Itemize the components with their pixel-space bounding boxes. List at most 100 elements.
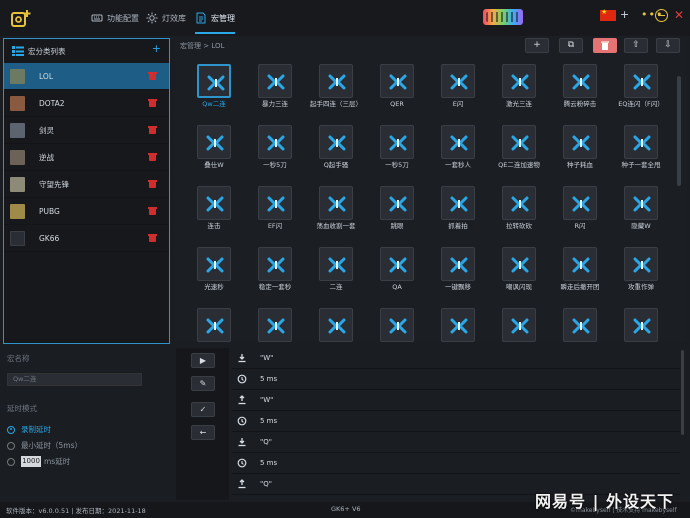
- add-device-button[interactable]: +: [620, 8, 629, 21]
- macro-tile[interactable]: 一套秒人: [429, 125, 489, 187]
- macro-icon: [206, 135, 224, 151]
- macro-tile[interactable]: Q起手骚: [307, 125, 367, 187]
- close-icon[interactable]: ✕: [672, 8, 686, 22]
- category-item-gk66[interactable]: GK66: [4, 225, 169, 252]
- custom-ms-input[interactable]: 1000: [21, 456, 41, 467]
- category-item-overwatch[interactable]: 守望先锋: [4, 171, 169, 198]
- tab-function-config[interactable]: 功能配置: [91, 10, 139, 26]
- event-value: "Q": [260, 438, 272, 446]
- category-thumbnail: [10, 149, 25, 165]
- category-thumbnail: [10, 230, 25, 246]
- macro-tile[interactable]: Qw二连: [185, 64, 245, 126]
- delete-macro-button[interactable]: [593, 38, 617, 53]
- macro-tile[interactable]: 嘲讽闪现: [490, 247, 550, 309]
- trash-icon[interactable]: [148, 72, 157, 80]
- back-button[interactable]: ←: [191, 425, 215, 440]
- macro-label: 种子耗血: [567, 161, 593, 169]
- new-macro-button[interactable]: +: [525, 38, 549, 53]
- macro-tile[interactable]: 跳眼: [368, 186, 428, 248]
- category-item-dota2[interactable]: DOTA2: [4, 90, 169, 117]
- event-row[interactable]: 5 ms: [232, 369, 680, 390]
- export-macro-button[interactable]: ⇩: [656, 38, 680, 53]
- import-macro-button[interactable]: ⇧: [624, 38, 648, 53]
- tab-label: 宏管理: [211, 13, 235, 23]
- keyboard-preview-image: [483, 9, 523, 25]
- event-row[interactable]: 5 ms: [232, 411, 680, 432]
- macro-tile[interactable]: 腾云粉碎击: [551, 64, 611, 126]
- event-row[interactable]: "Q": [232, 432, 680, 453]
- event-row[interactable]: 5 ms: [232, 453, 680, 474]
- document-icon: [196, 12, 206, 24]
- tab-light-library[interactable]: 灯效库: [146, 10, 186, 26]
- macro-tile[interactable]: QE二连加速物: [490, 125, 550, 187]
- macro-tile[interactable]: 激光三连: [490, 64, 550, 126]
- macro-tile[interactable]: 起手四连（三层）: [307, 64, 367, 126]
- category-item-jianling[interactable]: 剑灵: [4, 117, 169, 144]
- category-item-lol[interactable]: LOL: [4, 63, 169, 90]
- event-row[interactable]: "W": [232, 390, 680, 411]
- macro-tile[interactable]: 种子耗血: [551, 125, 611, 187]
- macro-label: 激光三连: [506, 100, 532, 108]
- macro-action-column: ▶ ✎ ✓ ←: [176, 348, 229, 500]
- radio-custom-delay[interactable]: 1000 ms延时: [7, 456, 70, 467]
- category-label: PUBG: [39, 206, 60, 216]
- radio-min-delay[interactable]: 最小延时（5ms）: [7, 440, 82, 451]
- macro-tile[interactable]: R闪: [551, 186, 611, 248]
- macro-tile[interactable]: 瞬走后撤开团: [551, 247, 611, 309]
- add-category-button[interactable]: +: [152, 42, 161, 55]
- confirm-button[interactable]: ✓: [191, 402, 215, 417]
- macro-tile[interactable]: EQ连闪（F闪）: [612, 64, 672, 126]
- category-item-nizhan[interactable]: 逆战: [4, 144, 169, 171]
- macro-tile[interactable]: 拉转砍砍: [490, 186, 550, 248]
- macro-tile[interactable]: 种子一套全甩: [612, 125, 672, 187]
- grid-scrollbar[interactable]: [677, 76, 681, 186]
- edit-button[interactable]: ✎: [191, 376, 215, 391]
- macro-tile-frame: [380, 308, 414, 342]
- macro-tile-frame: [563, 64, 597, 98]
- trash-icon[interactable]: [148, 99, 157, 107]
- macro-tile[interactable]: QA: [368, 247, 428, 309]
- event-value: 5 ms: [260, 375, 278, 383]
- event-value: 5 ms: [260, 459, 278, 467]
- macro-tile[interactable]: 二连: [307, 247, 367, 309]
- macro-tile[interactable]: E闪: [429, 64, 489, 126]
- trash-icon[interactable]: [148, 126, 157, 134]
- trash-icon[interactable]: [148, 234, 157, 242]
- macro-label: QER: [390, 100, 404, 108]
- macro-tile[interactable]: 一秒5刀: [246, 125, 306, 187]
- macro-tile[interactable]: 一键飘移: [429, 247, 489, 309]
- trash-icon[interactable]: [148, 153, 157, 161]
- category-item-pubg[interactable]: PUBG: [4, 198, 169, 225]
- macro-tile[interactable]: 叠仕W: [185, 125, 245, 187]
- macro-tile[interactable]: 稳定一套秒: [246, 247, 306, 309]
- trash-icon: [601, 41, 609, 50]
- macro-name-input[interactable]: Qw二连: [7, 373, 142, 386]
- tab-macro-management[interactable]: 宏管理: [195, 10, 235, 34]
- macro-tile[interactable]: QER: [368, 64, 428, 126]
- macro-tile[interactable]: 光速秒: [185, 247, 245, 309]
- macro-tile-frame: [502, 308, 536, 342]
- trash-icon[interactable]: [148, 207, 157, 215]
- macro-tile[interactable]: 抓着拍: [429, 186, 489, 248]
- macro-tile[interactable]: 一秒5刀: [368, 125, 428, 187]
- macro-icon: [328, 74, 346, 90]
- macro-tile[interactable]: 暴力三连: [246, 64, 306, 126]
- macro-tile[interactable]: 隐藏W: [612, 186, 672, 248]
- macro-label: 隐藏W: [631, 222, 651, 230]
- macro-tile[interactable]: 连击: [185, 186, 245, 248]
- macro-tile[interactable]: 攻重作弹: [612, 247, 672, 309]
- radio-record-delay[interactable]: 录制延时: [7, 424, 51, 435]
- minimize-icon[interactable]: [655, 9, 668, 22]
- event-row[interactable]: "W": [232, 348, 680, 369]
- macro-tile-frame: [624, 64, 658, 98]
- macro-label: 荡血收割一套: [316, 222, 356, 230]
- macro-tile[interactable]: EF闪: [246, 186, 306, 248]
- record-play-button[interactable]: ▶: [191, 353, 215, 368]
- copy-macro-button[interactable]: ⧉: [559, 38, 583, 53]
- clock-icon: [237, 416, 247, 426]
- trash-icon[interactable]: [148, 180, 157, 188]
- china-flag-icon[interactable]: [600, 8, 616, 21]
- events-scrollbar[interactable]: [681, 350, 684, 435]
- event-value: 5 ms: [260, 417, 278, 425]
- macro-tile[interactable]: 荡血收割一套: [307, 186, 367, 248]
